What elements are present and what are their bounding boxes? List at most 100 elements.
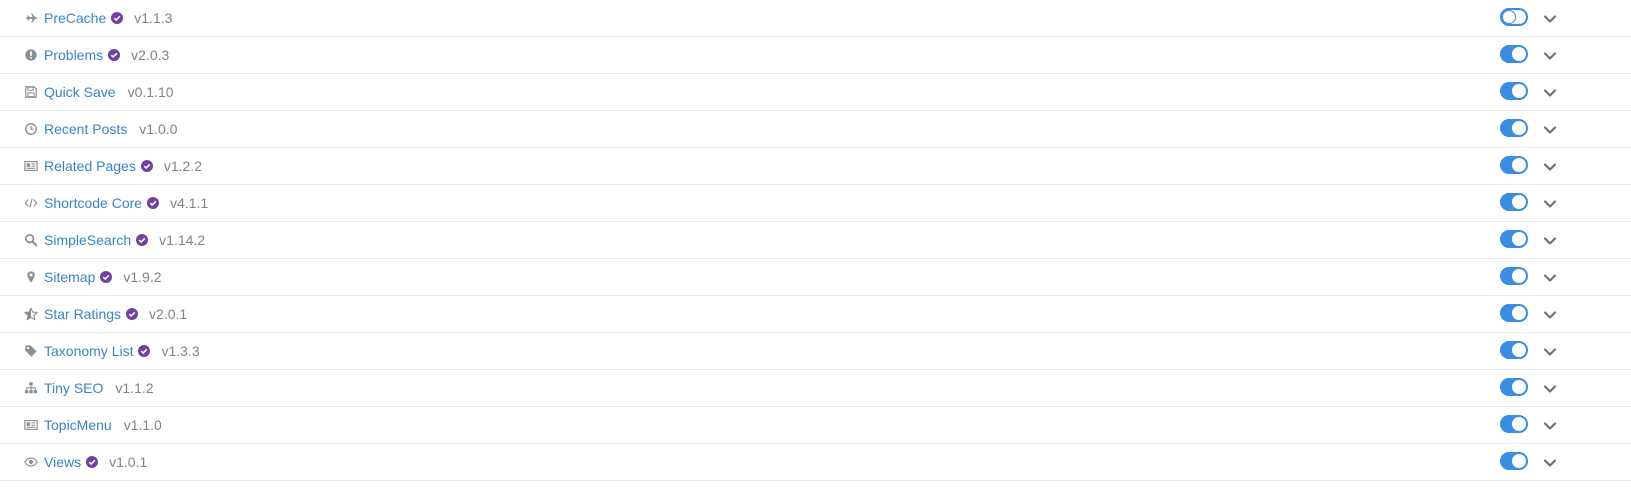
chevron-down-icon[interactable] [1543,271,1557,285]
verified-badge-icon [100,271,113,283]
plugin-version: v1.1.0 [123,417,162,433]
toggle-knob [1502,10,1516,24]
newspaper-icon [24,418,38,432]
chevron-down-icon[interactable] [1543,160,1557,174]
enable-toggle[interactable] [1500,45,1528,63]
plugin-version: v2.0.3 [131,47,170,63]
plugin-name-link[interactable]: Star Ratings [44,306,121,322]
toggle-knob [1512,417,1526,431]
plugin-row: Star Ratings v2.0.1 [0,296,1631,333]
enable-toggle[interactable] [1500,8,1528,26]
chevron-down-icon[interactable] [1543,12,1557,26]
chevron-down-icon[interactable] [1543,123,1557,137]
plugin-name-link[interactable]: Tiny SEO [44,380,103,396]
floppy-disk-icon [24,85,38,99]
plane-icon [24,11,38,25]
chevron-down-icon[interactable] [1543,197,1557,211]
verified-badge-icon [86,456,99,468]
toggle-knob [1512,195,1526,209]
search-icon [24,233,38,247]
plugin-name-link[interactable]: Problems [44,47,103,63]
plugin-name-link[interactable]: Recent Posts [44,121,127,137]
sitemap-icon [24,381,38,395]
plugin-name-link[interactable]: SimpleSearch [44,232,131,248]
clock-icon [24,122,38,136]
enable-toggle[interactable] [1500,82,1528,100]
chevron-down-icon[interactable] [1543,308,1557,322]
plugin-row: Taxonomy List v1.3.3 [0,333,1631,370]
plugin-version: v1.9.2 [123,269,162,285]
plugin-version: v1.3.3 [161,343,200,359]
toggle-knob [1512,269,1526,283]
plugin-version: v1.2.2 [163,158,202,174]
enable-toggle[interactable] [1500,267,1528,285]
plugin-row: Shortcode Core v4.1.1 [0,185,1631,222]
plugin-row: Tiny SEO v1.1.2 [0,370,1631,407]
plugin-row: SimpleSearch v1.14.2 [0,222,1631,259]
toggle-knob [1512,47,1526,61]
plugin-name-link[interactable]: Views [44,454,81,470]
chevron-down-icon[interactable] [1543,49,1557,63]
plugin-version: v1.1.2 [115,380,154,396]
toggle-knob [1512,232,1526,246]
plugin-version: v1.14.2 [159,232,206,248]
plugin-version: v1.1.3 [134,10,173,26]
plugin-version: v2.0.1 [149,306,188,322]
plugin-row: PreCache v1.1.3 [0,0,1631,37]
toggle-knob [1512,121,1526,135]
chevron-down-icon[interactable] [1543,86,1557,100]
plugin-list: PreCache v1.1.3 Problems v2.0.3 Quick Sa… [0,0,1631,481]
enable-toggle[interactable] [1500,452,1528,470]
chevron-down-icon[interactable] [1543,419,1557,433]
enable-toggle[interactable] [1500,415,1528,433]
toggle-knob [1512,380,1526,394]
plugin-version: v0.1.10 [127,84,174,100]
enable-toggle[interactable] [1500,378,1528,396]
verified-badge-icon [136,234,149,246]
verified-badge-icon [108,49,121,61]
eye-icon [24,455,38,469]
toggle-knob [1512,84,1526,98]
enable-toggle[interactable] [1500,193,1528,211]
code-icon [24,196,38,210]
toggle-knob [1512,454,1526,468]
toggle-knob [1512,306,1526,320]
plugin-name-link[interactable]: Taxonomy List [44,343,133,359]
chevron-down-icon[interactable] [1543,234,1557,248]
plugin-name-link[interactable]: Shortcode Core [44,195,142,211]
plugin-row: Related Pages v1.2.2 [0,148,1631,185]
enable-toggle[interactable] [1500,119,1528,137]
plugin-row: Views v1.0.1 [0,444,1631,481]
plugin-version: v1.0.0 [139,121,178,137]
star-half-icon [24,307,38,321]
chevron-down-icon[interactable] [1543,345,1557,359]
enable-toggle[interactable] [1500,230,1528,248]
plugin-name-link[interactable]: Quick Save [44,84,116,100]
enable-toggle[interactable] [1500,341,1528,359]
plugin-version: v4.1.1 [170,195,209,211]
chevron-down-icon[interactable] [1543,456,1557,470]
plugin-name-link[interactable]: PreCache [44,10,106,26]
plugin-row: Recent Posts v1.0.0 [0,111,1631,148]
verified-badge-icon [126,308,139,320]
enable-toggle[interactable] [1500,156,1528,174]
map-marker-icon [24,270,38,284]
enable-toggle[interactable] [1500,304,1528,322]
toggle-knob [1512,343,1526,357]
plugin-row: Sitemap v1.9.2 [0,259,1631,296]
plugin-version: v1.0.1 [109,454,148,470]
plugin-name-link[interactable]: Related Pages [44,158,136,174]
plugin-row: Problems v2.0.3 [0,37,1631,74]
verified-badge-icon [111,12,124,24]
tag-icon [24,344,38,358]
plugin-row: Quick Save v0.1.10 [0,74,1631,111]
chevron-down-icon[interactable] [1543,382,1557,396]
newspaper-icon [24,159,38,173]
plugin-name-link[interactable]: Sitemap [44,269,95,285]
exclamation-circle-icon [24,48,38,62]
verified-badge-icon [147,197,160,209]
verified-badge-icon [138,345,151,357]
plugin-name-link[interactable]: TopicMenu [44,417,112,433]
plugin-row: TopicMenu v1.1.0 [0,407,1631,444]
toggle-knob [1512,158,1526,172]
